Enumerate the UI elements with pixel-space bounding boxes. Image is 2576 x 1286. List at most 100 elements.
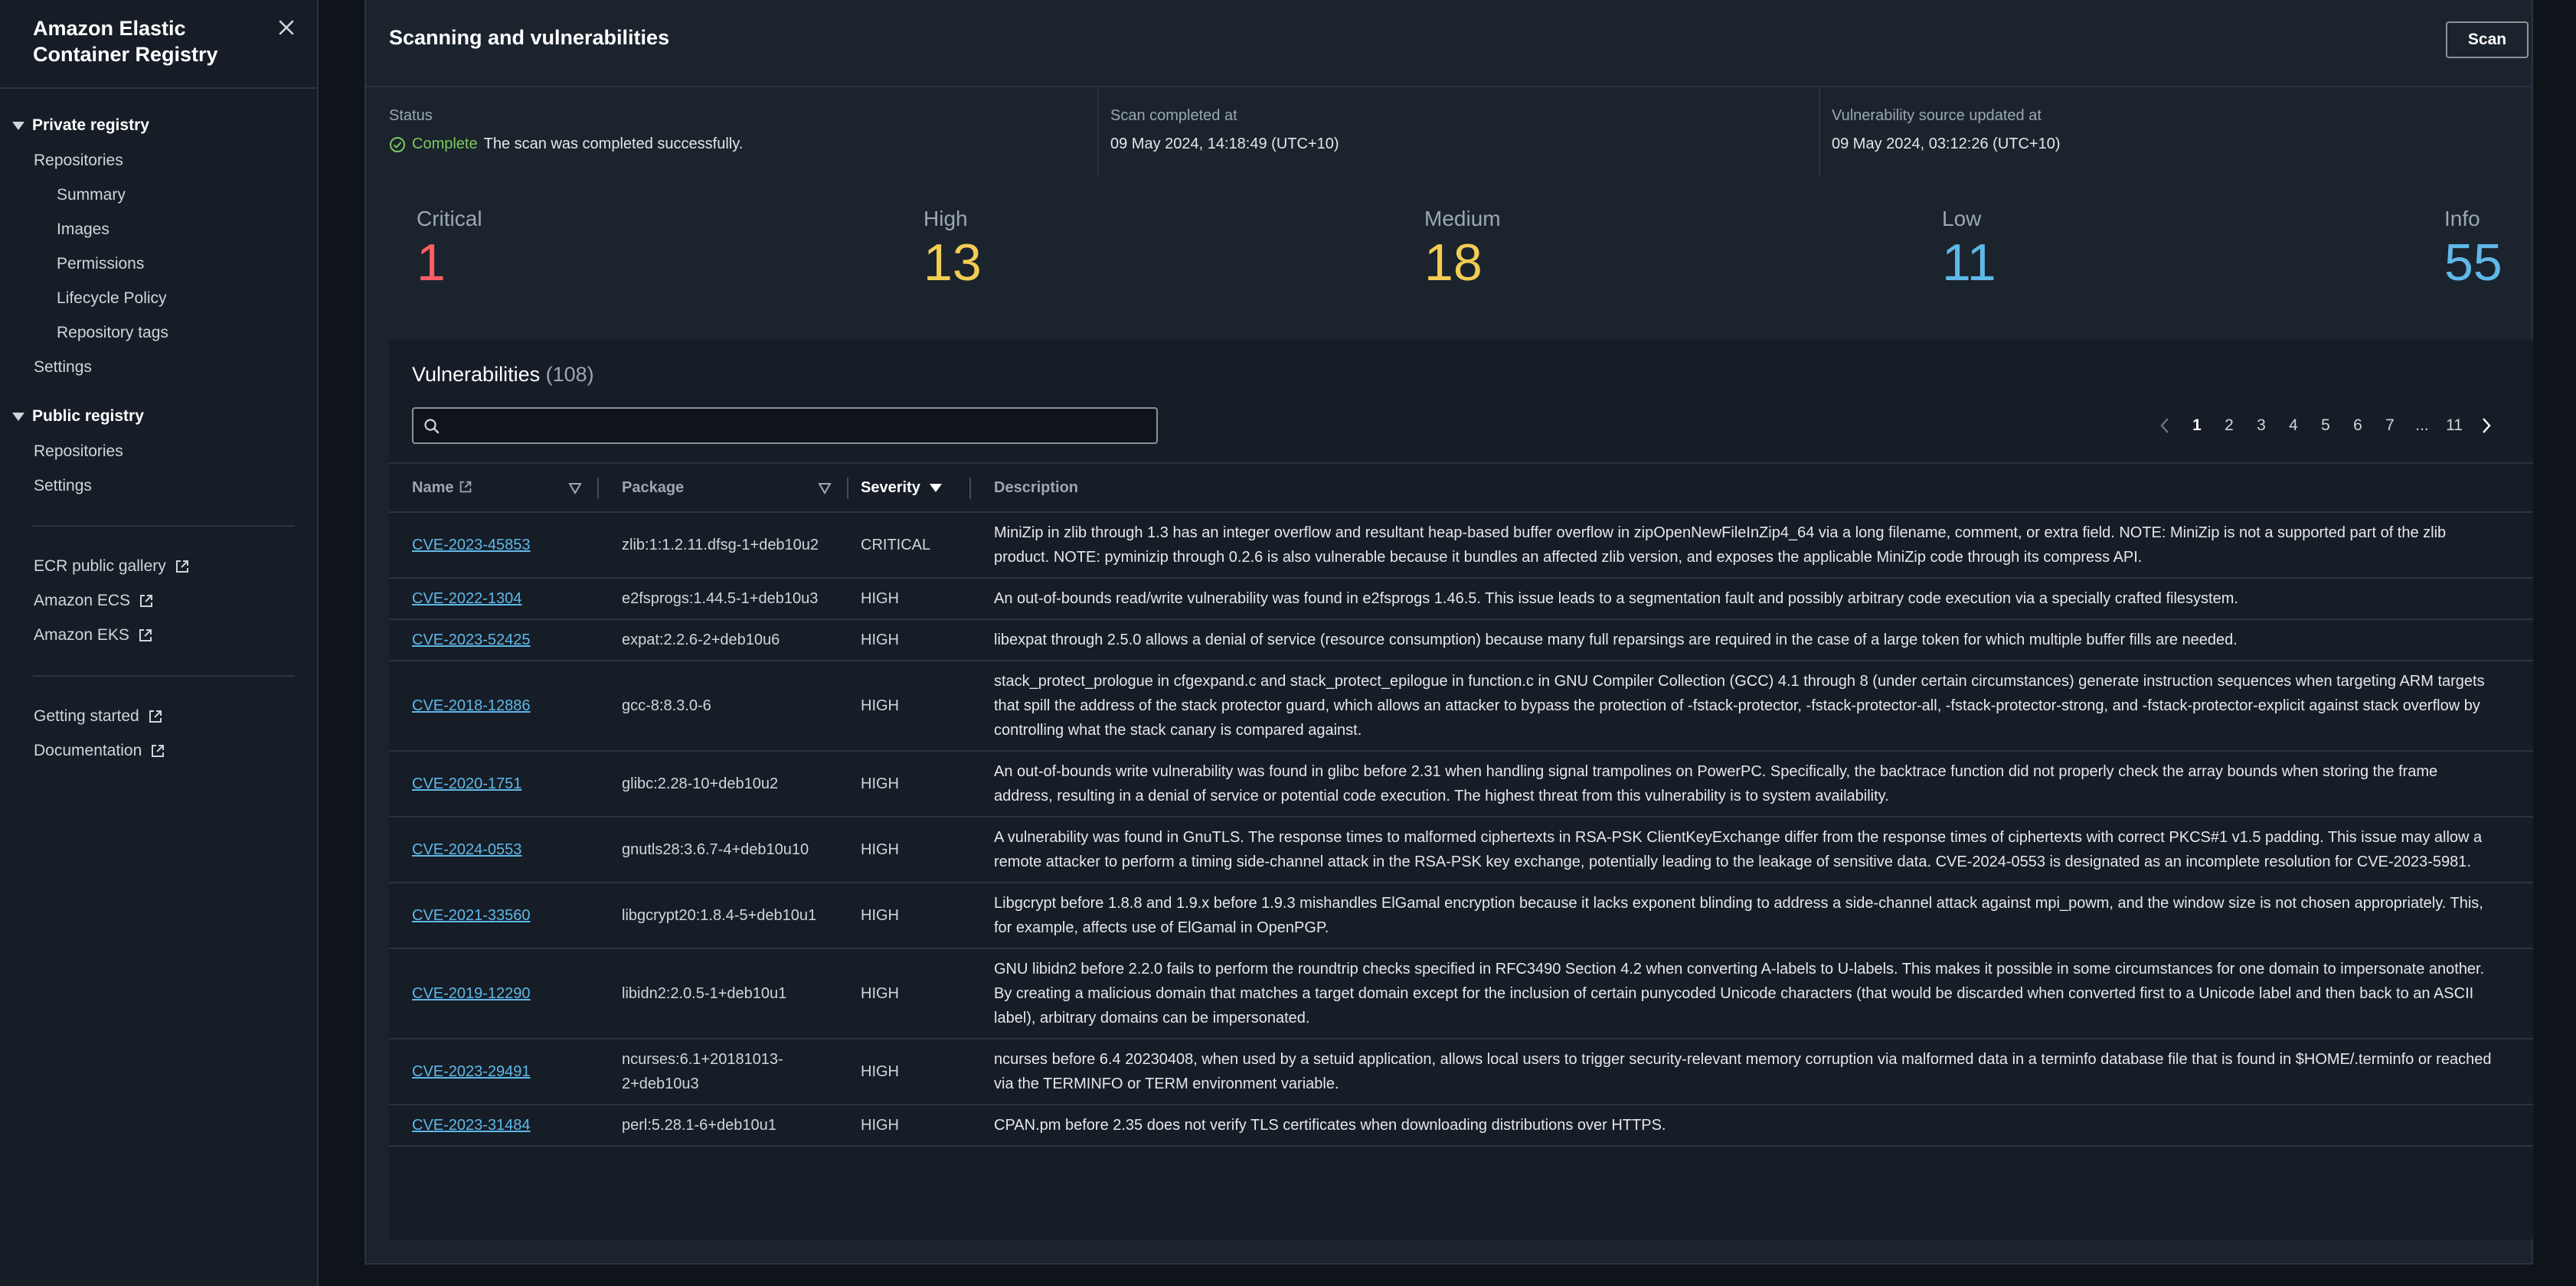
severity-label: Low xyxy=(1942,207,1982,230)
cve-link[interactable]: CVE-2019-12290 xyxy=(412,985,531,1002)
cve-link[interactable]: CVE-2022-1304 xyxy=(412,590,521,607)
source-updated-label: Vulnerability source updated at xyxy=(1832,107,2042,124)
cell-severity: HIGH xyxy=(848,661,971,752)
close-icon[interactable] xyxy=(274,15,299,40)
table-row: CVE-2018-12886 gcc-8:8.3.0-6 HIGH stack_pro… xyxy=(389,661,2533,752)
cell-package: zlib:1:1.2.11.dfsg-1+deb10u2 xyxy=(599,512,848,579)
sidebar-item-permissions[interactable]: Permissions xyxy=(57,255,144,273)
amazon-eks-label: Amazon EKS xyxy=(34,626,129,644)
panel-divider xyxy=(366,86,2532,87)
sidebar-item-settings[interactable]: Settings xyxy=(34,358,92,377)
cell-description: stack_protect_prologue in cfgexpand.c an… xyxy=(971,661,2533,752)
table-row: CVE-2024-0553 gnutls28:3.6.7-4+deb10u10 HI… xyxy=(389,817,2533,883)
cell-description: An out-of-bounds read/write vulnerabilit… xyxy=(971,578,2533,620)
documentation-label: Documentation xyxy=(34,742,142,759)
cell-severity: HIGH xyxy=(848,817,971,883)
cell-name: CVE-2022-1304 xyxy=(389,578,599,620)
cell-description: CPAN.pm before 2.35 does not verify TLS … xyxy=(971,1105,2533,1147)
column-header-name[interactable]: Name xyxy=(389,462,599,513)
pagination-page[interactable]: 6 xyxy=(2342,416,2374,435)
table-row: CVE-2023-45853 zlib:1:1.2.11.dfsg-1+deb10… xyxy=(389,512,2533,579)
cell-severity: HIGH xyxy=(848,578,971,620)
pagination-ellipsis: ... xyxy=(2415,416,2429,434)
severity-count: 55 xyxy=(2444,233,2502,292)
table-row: CVE-2020-1751 glibc:2.28-10+deb10u2 HIGH An… xyxy=(389,751,2533,818)
cell-description: MiniZip in zlib through 1.3 has an integ… xyxy=(971,512,2533,579)
cve-link[interactable]: CVE-2023-31484 xyxy=(412,1117,531,1134)
amazon-eks-link[interactable]: Amazon EKS xyxy=(34,626,154,645)
status-value: Complete The scan was completed successf… xyxy=(389,135,743,153)
panel-title: Scanning and vulnerabilities xyxy=(389,26,670,49)
getting-started-label: Getting started xyxy=(34,707,139,725)
sidebar-divider xyxy=(33,675,295,677)
public-registry-section[interactable]: Public registry xyxy=(12,407,144,426)
sidebar-divider xyxy=(33,525,295,527)
sidebar-header: Amazon Elastic Container Registry xyxy=(33,15,263,67)
cve-link[interactable]: CVE-2023-29491 xyxy=(412,1063,531,1080)
sidebar-item-public-settings[interactable]: Settings xyxy=(34,477,92,495)
search-input[interactable] xyxy=(412,407,1158,444)
cell-package: glibc:2.28-10+deb10u2 xyxy=(599,751,848,818)
column-package-label: Package xyxy=(622,478,685,496)
column-header-severity[interactable]: Severity xyxy=(848,462,971,513)
cve-link[interactable]: CVE-2023-52425 xyxy=(412,632,531,648)
cell-severity: HIGH xyxy=(848,1039,971,1105)
pagination-page[interactable]: 2 xyxy=(2213,416,2245,435)
documentation-link[interactable]: Documentation xyxy=(34,742,166,760)
table-row: CVE-2021-33560 libgcrypt20:1.8.4-5+deb10u… xyxy=(389,883,2533,949)
sort-descending-icon xyxy=(929,483,942,492)
cell-name: CVE-2023-52425 xyxy=(389,619,599,661)
sidebar-item-public-repositories[interactable]: Repositories xyxy=(34,442,123,461)
pagination-page[interactable]: 3 xyxy=(2245,416,2277,435)
vulnerabilities-title: Vulnerabilities (108) xyxy=(412,363,594,387)
check-circle-icon xyxy=(390,136,405,152)
scan-button[interactable]: Scan xyxy=(2446,21,2529,58)
table-row: CVE-2023-29491 ncurses:6.1+20181013-2+deb… xyxy=(389,1039,2533,1105)
severity-count: 13 xyxy=(924,233,982,292)
cell-severity: HIGH xyxy=(848,948,971,1040)
sidebar-item-lifecycle-policy[interactable]: Lifecycle Policy xyxy=(57,289,167,308)
column-name-label: Name xyxy=(412,478,454,496)
cve-link[interactable]: CVE-2020-1751 xyxy=(412,775,521,792)
cell-name: CVE-2023-31484 xyxy=(389,1105,599,1147)
sidebar-item-repository-tags[interactable]: Repository tags xyxy=(57,324,168,342)
column-description-label: Description xyxy=(994,478,1079,496)
cell-severity: CRITICAL xyxy=(848,512,971,579)
cve-link[interactable]: CVE-2024-0553 xyxy=(412,841,521,858)
cve-link[interactable]: CVE-2018-12886 xyxy=(412,697,531,714)
table-header-row: Name Package Severity Description xyxy=(389,462,2533,513)
source-updated-field: Vulnerability source updated at 09 May 2… xyxy=(1832,107,2061,153)
ecr-public-gallery-link[interactable]: ECR public gallery xyxy=(34,557,191,576)
column-severity-label: Severity xyxy=(861,478,920,496)
pagination-page[interactable]: 7 xyxy=(2374,416,2406,435)
cell-name: CVE-2019-12290 xyxy=(389,948,599,1040)
private-registry-label: Private registry xyxy=(32,116,149,134)
column-header-description: Description xyxy=(971,462,2533,513)
sort-triangle-icon[interactable] xyxy=(568,482,582,494)
sidebar-item-repositories[interactable]: Repositories xyxy=(34,152,123,170)
pagination-next[interactable] xyxy=(2470,413,2502,438)
pagination-prev[interactable] xyxy=(2149,413,2181,438)
table-row: CVE-2022-1304 e2fsprogs:1.44.5-1+deb10u3 H… xyxy=(389,578,2533,620)
private-registry-section[interactable]: Private registry xyxy=(12,116,149,135)
cell-name: CVE-2024-0553 xyxy=(389,817,599,883)
getting-started-link[interactable]: Getting started xyxy=(34,707,164,726)
cell-package: gnutls28:3.6.7-4+deb10u10 xyxy=(599,817,848,883)
cve-link[interactable]: CVE-2023-45853 xyxy=(412,537,531,553)
sort-triangle-icon[interactable] xyxy=(818,482,832,494)
cell-name: CVE-2023-45853 xyxy=(389,512,599,579)
cell-name: CVE-2018-12886 xyxy=(389,661,599,752)
scanning-panel: Scanning and vulnerabilities Scan Status… xyxy=(364,0,2533,1265)
column-header-package[interactable]: Package xyxy=(599,462,848,513)
sidebar-item-summary[interactable]: Summary xyxy=(57,186,126,204)
pagination-page[interactable]: 1 xyxy=(2181,416,2213,435)
amazon-ecs-link[interactable]: Amazon ECS xyxy=(34,592,155,610)
cell-description: ncurses before 6.4 20230408, when used b… xyxy=(971,1039,2533,1105)
sidebar-item-images[interactable]: Images xyxy=(57,220,110,239)
pagination-page[interactable]: 5 xyxy=(2310,416,2342,435)
cve-link[interactable]: CVE-2021-33560 xyxy=(412,907,531,924)
pagination-page[interactable]: 11 xyxy=(2438,416,2470,435)
external-link-icon xyxy=(175,560,188,573)
pagination-page[interactable]: 4 xyxy=(2277,416,2310,435)
chevron-right-icon xyxy=(2483,418,2491,433)
